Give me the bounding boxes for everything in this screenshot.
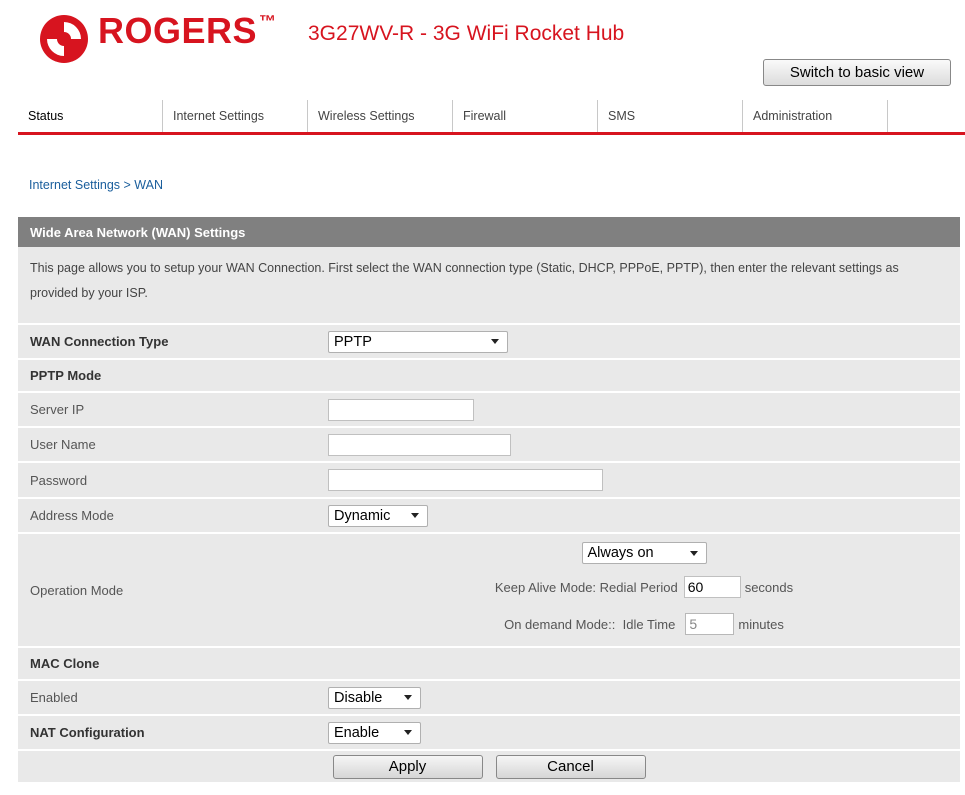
main-nav-tabs: Status Internet Settings Wireless Settin…	[18, 100, 965, 135]
server-ip-row: Server IP	[18, 391, 960, 426]
chevron-down-icon	[689, 550, 698, 556]
mac-clone-select[interactable]: Disable	[328, 686, 421, 709]
password-input[interactable]	[328, 469, 603, 491]
chevron-down-icon	[404, 695, 412, 700]
tab-sms[interactable]: SMS	[598, 100, 743, 132]
chevron-down-icon	[491, 339, 499, 344]
mac-clone-label: MAC Clone	[30, 656, 100, 671]
tab-administration[interactable]: Administration	[743, 100, 888, 132]
action-buttons: Apply Cancel	[18, 749, 960, 782]
chevron-down-icon	[411, 513, 419, 518]
tab-wireless-settings[interactable]: Wireless Settings	[308, 100, 453, 132]
switch-basic-view-button[interactable]: Switch to basic view	[763, 59, 951, 86]
user-name-input[interactable]	[328, 433, 511, 456]
panel-title: Wide Area Network (WAN) Settings	[18, 217, 960, 247]
operation-mode-select[interactable]: Always on	[581, 542, 707, 564]
password-label: Password	[30, 472, 88, 488]
server-ip-label: Server IP	[30, 402, 85, 417]
tab-internet-settings[interactable]: Internet Settings	[163, 100, 308, 132]
breadcrumb: Internet Settings > WAN	[29, 178, 163, 192]
server-ip-input[interactable]	[328, 398, 474, 421]
mac-enabled-label: Enabled	[30, 690, 78, 705]
tab-firewall[interactable]: Firewall	[453, 100, 598, 132]
cancel-button[interactable]: Cancel	[495, 754, 646, 779]
operation-mode-value: Always on	[587, 545, 654, 561]
address-mode-select[interactable]: Dynamic	[328, 504, 428, 527]
on-demand-label: On demand Mode:: Idle Time	[504, 616, 676, 632]
operation-mode-label: Operation Mode	[30, 582, 124, 598]
address-mode-label: Address Mode	[30, 508, 114, 523]
operation-mode-row: Operation Mode Always on Keep Alive Mode…	[18, 532, 960, 646]
wan-type-select[interactable]: PPTP	[328, 330, 508, 353]
nat-row: NAT Configuration Enable	[18, 714, 960, 749]
trademark: ™	[259, 12, 277, 31]
mac-clone-row: MAC Clone	[18, 646, 960, 679]
idle-time-input[interactable]	[685, 613, 735, 635]
keep-alive-label: Keep Alive Mode: Redial Period	[494, 579, 678, 595]
pptp-mode-label: PPTP Mode	[30, 368, 102, 383]
header: ROGERS ™ 3G27WV-R - 3G WiFi Rocket Hub Sw…	[0, 0, 965, 100]
redial-period-input[interactable]	[683, 576, 741, 598]
nat-value: Enable	[334, 724, 380, 741]
on-demand-unit: minutes	[738, 616, 784, 632]
password-row: Password	[18, 461, 960, 497]
keep-alive-unit: seconds	[744, 579, 794, 595]
panel-intro: This page allows you to setup your WAN C…	[18, 247, 960, 323]
mac-clone-value: Disable	[334, 689, 383, 706]
wan-settings-panel: Wide Area Network (WAN) Settings This pa…	[18, 217, 960, 782]
address-mode-value: Dynamic	[334, 507, 391, 524]
nat-select[interactable]: Enable	[328, 721, 421, 744]
tab-status[interactable]: Status	[18, 100, 163, 132]
wan-type-value: PPTP	[334, 333, 372, 350]
user-name-label: User Name	[30, 437, 96, 452]
wan-type-label: WAN Connection Type	[30, 334, 169, 349]
pptp-mode-row: PPTP Mode	[18, 358, 960, 391]
mac-enabled-row: Enabled Disable	[18, 679, 960, 714]
apply-button[interactable]: Apply	[332, 754, 483, 779]
nat-label: NAT Configuration	[30, 725, 145, 740]
wan-type-row: WAN Connection Type PPTP	[18, 323, 960, 358]
chevron-down-icon	[404, 730, 412, 735]
user-name-row: User Name	[18, 426, 960, 461]
product-title: 3G27WV-R - 3G WiFi Rocket Hub	[308, 22, 625, 45]
address-mode-row: Address Mode Dynamic	[18, 497, 960, 532]
brand-name: ROGERS ™	[98, 10, 277, 51]
rogers-logo-icon	[40, 15, 88, 63]
